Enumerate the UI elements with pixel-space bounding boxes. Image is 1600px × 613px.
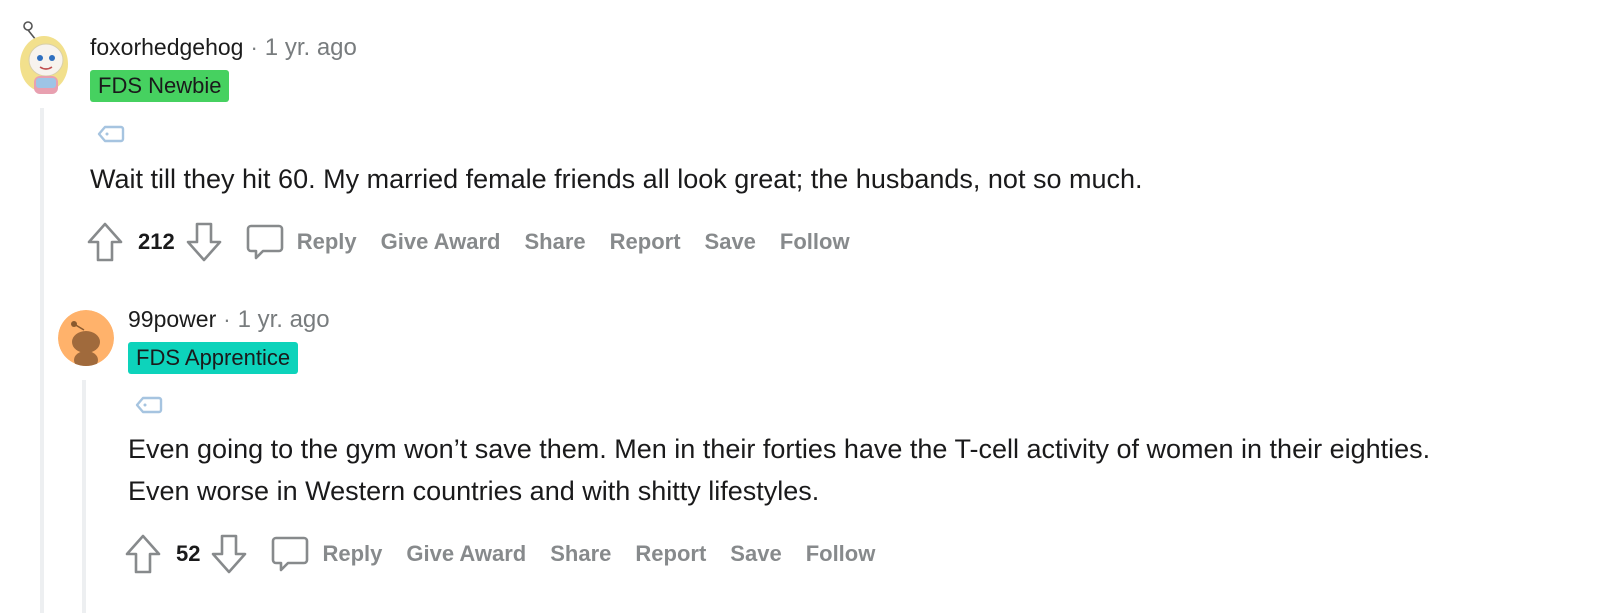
follow-button[interactable]: Follow (780, 229, 850, 255)
report-button[interactable]: Report (610, 229, 681, 255)
downvote-arrow-icon[interactable] (185, 221, 223, 263)
comment-meta: 99power · 1 yr. ago (128, 306, 330, 334)
comment-meta: foxorhedgehog · 1 yr. ago (90, 34, 357, 62)
reply-label: Reply (322, 541, 383, 566)
downvote-arrow-icon[interactable] (210, 533, 248, 575)
comment-actions: 212 Reply Give Award Share Report Save F… (86, 220, 850, 264)
reply-button[interactable]: Reply (270, 534, 382, 574)
thread-line[interactable] (40, 108, 44, 613)
comment-body-line: Even worse in Western countries and with… (128, 476, 820, 506)
report-button[interactable]: Report (635, 541, 706, 567)
give-award-button[interactable]: Give Award (381, 229, 501, 255)
user-avatar-icon[interactable] (58, 310, 114, 366)
user-avatar-icon[interactable] (14, 20, 74, 96)
reply-label: Reply (296, 229, 357, 254)
upvote-arrow-icon[interactable] (124, 533, 162, 575)
thread-line[interactable] (82, 380, 86, 613)
user-flair: FDS Newbie (90, 70, 230, 102)
comment-body-line: Wait till they hit 60. My married female… (90, 164, 1143, 194)
meta-separator: · (223, 307, 231, 332)
share-button[interactable]: Share (524, 229, 585, 255)
follow-button[interactable]: Follow (806, 541, 876, 567)
upvote-arrow-icon[interactable] (86, 221, 124, 263)
tag-icon (97, 125, 125, 143)
tag-icon (135, 396, 163, 414)
comment-bubble-icon (246, 224, 284, 260)
share-button[interactable]: Share (550, 541, 611, 567)
comment-body: Even going to the gym won’t save them. M… (128, 428, 1430, 512)
give-award-button[interactable]: Give Award (406, 541, 526, 567)
comment-actions: 52 Reply Give Award Share Report Save Fo… (124, 532, 875, 576)
vote-score: 212 (138, 229, 175, 254)
timestamp[interactable]: 1 yr. ago (238, 306, 330, 334)
reply-button[interactable]: Reply (245, 222, 357, 262)
author-name[interactable]: 99power (128, 306, 216, 333)
timestamp[interactable]: 1 yr. ago (265, 34, 357, 62)
meta-separator: · (250, 35, 258, 60)
comment-body: Wait till they hit 60. My married female… (90, 158, 1143, 200)
user-flair: FDS Apprentice (128, 342, 299, 374)
save-button[interactable]: Save (705, 229, 756, 255)
vote-score: 52 (176, 541, 201, 566)
author-name[interactable]: foxorhedgehog (90, 34, 243, 61)
save-button[interactable]: Save (730, 541, 781, 567)
comment-bubble-icon (272, 536, 309, 572)
comment-body-line: Even going to the gym won’t save them. M… (128, 434, 1431, 464)
